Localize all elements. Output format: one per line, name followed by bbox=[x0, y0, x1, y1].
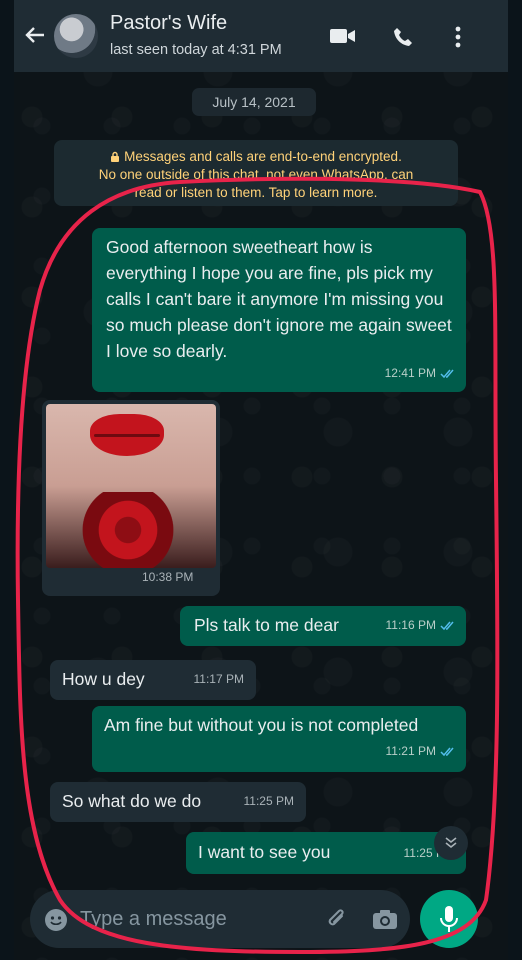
contact-name[interactable]: Pastor's Wife bbox=[110, 12, 227, 35]
emoji-icon[interactable] bbox=[44, 908, 68, 932]
more-options-icon[interactable] bbox=[454, 26, 462, 48]
message-time: 11:21 PM bbox=[385, 744, 436, 758]
message-meta: 11:25 PM bbox=[244, 788, 294, 814]
incoming-image-message[interactable]: 10:38 PM bbox=[42, 400, 220, 596]
message-meta: 12:41 PM bbox=[385, 360, 456, 386]
read-ticks-icon bbox=[440, 747, 454, 756]
outgoing-message[interactable]: I want to see you 11:25 PM bbox=[186, 832, 466, 874]
lip-line bbox=[94, 434, 160, 437]
voice-call-icon[interactable] bbox=[392, 26, 414, 48]
avatar[interactable] bbox=[54, 14, 98, 58]
rose-shape bbox=[76, 492, 180, 568]
red-lips-rose-photo[interactable] bbox=[46, 404, 216, 568]
message-time: 11:16 PM bbox=[385, 618, 436, 632]
attach-icon[interactable] bbox=[326, 908, 348, 932]
message-input[interactable] bbox=[80, 902, 290, 936]
message-time: 11:25 PM bbox=[243, 794, 294, 808]
read-ticks-icon bbox=[440, 621, 454, 630]
message-text: Am fine but without you is not completed bbox=[104, 715, 419, 735]
message-text: Good afternoon sweetheart how is everyth… bbox=[106, 237, 452, 361]
encryption-line-3: read or listen to them. Tap to learn mor… bbox=[134, 185, 378, 200]
encryption-line-2: No one outside of this chat, not even Wh… bbox=[98, 167, 414, 182]
message-time: 10:38 PM bbox=[142, 570, 194, 584]
read-ticks-icon bbox=[440, 369, 454, 378]
microphone-icon bbox=[440, 906, 458, 932]
message-meta: 10:38 PM bbox=[142, 564, 193, 590]
voice-message-button[interactable] bbox=[420, 890, 478, 948]
incoming-message[interactable]: So what do we do 11:25 PM bbox=[50, 782, 306, 822]
outgoing-message[interactable]: Good afternoon sweetheart how is everyth… bbox=[92, 228, 466, 392]
outgoing-message[interactable]: Am fine but without you is not completed… bbox=[92, 706, 466, 772]
encryption-notice[interactable]: Messages and calls are end-to-end encryp… bbox=[54, 140, 458, 206]
message-composer bbox=[30, 890, 410, 948]
message-meta: 11:17 PM bbox=[194, 666, 244, 692]
encryption-line-1: Messages and calls are end-to-end encryp… bbox=[124, 149, 402, 164]
video-call-icon[interactable] bbox=[329, 26, 357, 46]
date-chip: July 14, 2021 bbox=[192, 88, 316, 116]
double-chevron-down-icon bbox=[445, 837, 457, 849]
chat-screen: Pastor's Wife last seen today at 4:31 PM… bbox=[14, 0, 508, 960]
lock-icon bbox=[110, 149, 120, 162]
outgoing-message[interactable]: Pls talk to me dear 11:16 PM bbox=[180, 606, 466, 646]
message-time: 12:41 PM bbox=[384, 366, 436, 380]
back-arrow-icon[interactable] bbox=[24, 24, 46, 46]
message-meta: 11:21 PM bbox=[386, 738, 456, 764]
scroll-to-bottom-button[interactable] bbox=[434, 826, 468, 860]
incoming-message[interactable]: How u dey 11:17 PM bbox=[50, 660, 256, 700]
message-time: 11:17 PM bbox=[193, 672, 244, 686]
chat-header: Pastor's Wife last seen today at 4:31 PM bbox=[14, 0, 508, 72]
camera-icon[interactable] bbox=[372, 908, 398, 930]
last-seen-status: last seen today at 4:31 PM bbox=[110, 42, 282, 58]
message-meta: 11:16 PM bbox=[386, 612, 456, 638]
